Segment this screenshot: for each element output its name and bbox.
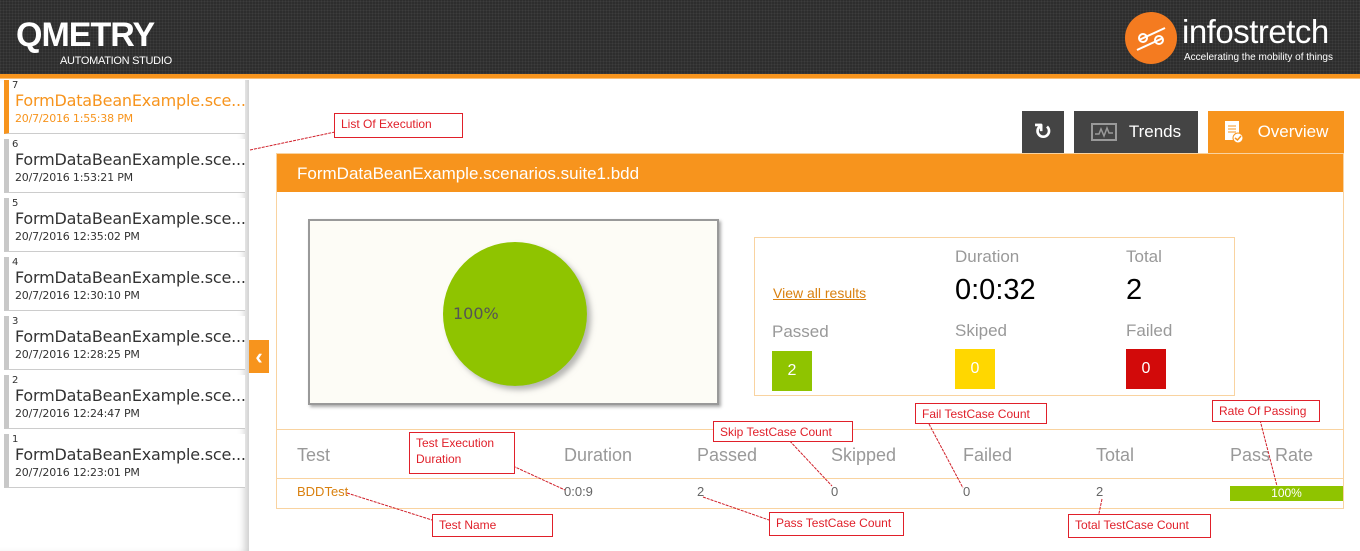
- annotation-rate-of-passing: Rate Of Passing: [1212, 400, 1320, 422]
- execution-item[interactable]: 6 FormDataBeanExample.sce... 20/7/2016 1:5…: [4, 139, 246, 193]
- execution-number: 6: [12, 139, 19, 150]
- execution-number: 7: [12, 80, 19, 91]
- column-header-failed: Failed: [963, 445, 1013, 465]
- execution-number: 2: [12, 375, 19, 386]
- pie-chart-container: 100%: [308, 219, 719, 405]
- test-duration: 0:0:9: [564, 484, 593, 499]
- refresh-button[interactable]: ↻: [1022, 111, 1064, 153]
- execution-list: 7 FormDataBeanExample.sce... 20/7/2016 1:5…: [0, 80, 249, 551]
- duration-value: 0:0:32: [955, 274, 1036, 306]
- skipped-count-badge: 0: [955, 349, 995, 389]
- test-skipped: 0: [831, 484, 839, 499]
- execution-title: FormDataBeanExample.sce...: [15, 268, 246, 287]
- header-divider: [0, 74, 1360, 79]
- execution-item[interactable]: 3 FormDataBeanExample.sce... 20/7/2016 12:…: [4, 316, 246, 370]
- annotation-pass-count: Pass TestCase Count: [769, 512, 904, 536]
- qmetry-logo: QMETRY: [16, 16, 155, 54]
- trends-chart-icon: [1090, 123, 1117, 141]
- execution-item[interactable]: 1 FormDataBeanExample.sce... 20/7/2016 12:…: [4, 434, 246, 488]
- column-header-passed: Passed: [697, 445, 758, 465]
- execution-time: 20/7/2016 1:53:21 PM: [15, 171, 133, 184]
- column-header-pass-rate: Pass Rate: [1230, 445, 1314, 465]
- execution-time: 20/7/2016 12:28:25 PM: [15, 348, 140, 361]
- column-header-test: Test: [297, 445, 331, 465]
- total-value: 2: [1126, 274, 1143, 306]
- pie-chart: 100%: [443, 242, 587, 386]
- execution-item[interactable]: 7 FormDataBeanExample.sce... 20/7/2016 1:5…: [4, 80, 246, 134]
- view-all-results-link[interactable]: View all results: [773, 285, 866, 301]
- annotation-test-name: Test Name: [432, 514, 553, 537]
- test-failed: 0: [963, 484, 971, 499]
- tab-trends[interactable]: Trends: [1074, 111, 1198, 153]
- infostretch-tagline: Accelerating the mobility of things: [1184, 52, 1333, 63]
- execution-item[interactable]: 2 FormDataBeanExample.sce... 20/7/2016 12:…: [4, 375, 246, 429]
- execution-item[interactable]: 5 FormDataBeanExample.sce... 20/7/2016 12:…: [4, 198, 246, 252]
- qmetry-logo-subtitle: AUTOMATION STUDIO: [60, 55, 172, 67]
- pass-rate-bar: 100%: [1230, 486, 1343, 501]
- collapse-sidebar-button[interactable]: ‹: [249, 340, 269, 373]
- execution-number: 3: [12, 316, 19, 327]
- duration-label: Duration: [955, 247, 1020, 266]
- skipped-label: Skiped: [955, 321, 1007, 340]
- execution-number: 1: [12, 434, 19, 445]
- annotation-test-execution-duration: Test Execution Duration: [409, 432, 515, 474]
- test-total: 2: [1096, 484, 1104, 499]
- refresh-icon: ↻: [1033, 119, 1053, 144]
- execution-title: FormDataBeanExample.sce...: [15, 386, 246, 405]
- tab-overview[interactable]: Overview: [1208, 111, 1344, 153]
- execution-number: 4: [12, 257, 19, 268]
- execution-item[interactable]: 4 FormDataBeanExample.sce... 20/7/2016 12:…: [4, 257, 246, 311]
- annotation-total-count: Total TestCase Count: [1068, 514, 1211, 538]
- annotation-fail-count: Fail TestCase Count: [915, 403, 1047, 424]
- failed-count-badge: 0: [1126, 349, 1166, 389]
- annotation-list-of-execution: List Of Execution: [334, 113, 463, 138]
- execution-title: FormDataBeanExample.sce...: [15, 209, 246, 228]
- tab-overview-label: Overview: [1257, 122, 1329, 141]
- execution-title: FormDataBeanExample.sce...: [15, 445, 246, 464]
- execution-title: FormDataBeanExample.sce...: [15, 327, 246, 346]
- annotation-skip-count: Skip TestCase Count: [713, 421, 853, 442]
- execution-time: 20/7/2016 12:24:47 PM: [15, 407, 140, 420]
- execution-time: 20/7/2016 1:55:38 PM: [15, 112, 133, 125]
- column-header-total: Total: [1096, 445, 1135, 465]
- test-passed: 2: [697, 484, 705, 499]
- execution-time: 20/7/2016 12:35:02 PM: [15, 230, 140, 243]
- execution-time: 20/7/2016 12:23:01 PM: [15, 466, 140, 479]
- passed-label: Passed: [772, 322, 829, 341]
- test-name-link[interactable]: BDDTest: [297, 484, 348, 499]
- passed-count-badge: 2: [772, 351, 812, 391]
- app-header: QMETRY AUTOMATION STUDIO infostretch Acc…: [0, 0, 1360, 74]
- execution-title: FormDataBeanExample.sce...: [15, 150, 246, 169]
- column-header-skipped: Skipped: [831, 445, 897, 465]
- failed-label: Failed: [1126, 321, 1173, 340]
- overview-report-icon: [1224, 121, 1244, 144]
- chevron-left-icon: ‹: [255, 344, 263, 369]
- column-header-duration: Duration: [564, 445, 633, 465]
- execution-number: 5: [12, 198, 19, 209]
- execution-title: FormDataBeanExample.sce...: [15, 91, 246, 110]
- execution-time: 20/7/2016 12:30:10 PM: [15, 289, 140, 302]
- infostretch-logo: infostretch: [1182, 13, 1329, 50]
- suite-title: FormDataBeanExample.scenarios.suite1.bdd: [277, 154, 1343, 192]
- total-label: Total: [1126, 247, 1162, 266]
- summary-stats: View all results Duration 0:0:32 Total 2…: [754, 237, 1235, 396]
- tab-trends-label: Trends: [1128, 122, 1182, 141]
- pie-data-label: 100%: [453, 304, 499, 323]
- infostretch-logo-icon: [1125, 12, 1177, 64]
